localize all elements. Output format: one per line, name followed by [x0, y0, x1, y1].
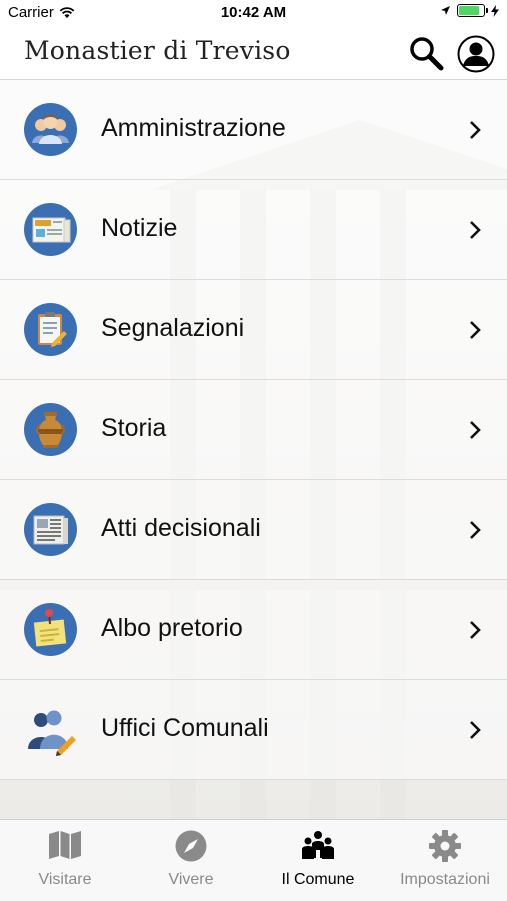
menu-item-atti-decisionali[interactable]: Atti decisionali: [0, 480, 507, 580]
tab-impostazioni[interactable]: Impostazioni: [382, 820, 507, 901]
tab-label: Vivere: [168, 871, 214, 888]
search-icon[interactable]: [406, 34, 446, 74]
chevron-right-icon: [470, 721, 481, 739]
compass-icon: [175, 830, 207, 862]
people-group-icon: [24, 103, 77, 156]
menu-item-segnalazioni[interactable]: Segnalazioni: [0, 280, 507, 380]
tab-vivere[interactable]: Vivere: [128, 820, 254, 901]
status-right: [440, 4, 499, 17]
profile-icon[interactable]: [457, 35, 495, 73]
chevron-right-icon: [470, 621, 481, 639]
menu-item-label: Segnalazioni: [101, 314, 245, 342]
pinned-note-icon: [24, 603, 77, 656]
tab-bar: Visitare Vivere Il Comune Impostazioni: [0, 819, 507, 901]
menu-item-label: Storia: [101, 414, 167, 442]
community-icon: [302, 831, 334, 859]
page-title: Monastier di Treviso: [24, 36, 291, 65]
amphora-icon: [24, 403, 77, 456]
location-arrow-icon: [441, 6, 450, 15]
menu-item-storia[interactable]: Storia: [0, 380, 507, 480]
document-icon: [24, 503, 77, 556]
chevron-right-icon: [470, 221, 481, 239]
menu-item-label: Uffici Comunali: [101, 714, 269, 742]
map-icon: [49, 831, 81, 859]
tab-label: Il Comune: [281, 871, 355, 888]
menu-list: Amministrazione Notizie Segnalazioni Sto…: [0, 80, 507, 780]
newspaper-icon: [24, 203, 77, 256]
tab-label: Visitare: [38, 871, 92, 888]
charging-icon: [491, 4, 499, 17]
users-edit-icon: [24, 703, 77, 756]
navigation-bar: Monastier di Treviso: [0, 26, 507, 80]
tab-label: Impostazioni: [400, 871, 490, 888]
menu-item-label: Amministrazione: [101, 114, 286, 142]
menu-item-albo-pretorio[interactable]: Albo pretorio: [0, 580, 507, 680]
battery-icon: [457, 4, 488, 17]
menu-item-uffici-comunali[interactable]: Uffici Comunali: [0, 680, 507, 780]
menu-item-label: Albo pretorio: [101, 614, 243, 642]
clipboard-pencil-icon: [24, 303, 77, 356]
menu-item-label: Atti decisionali: [101, 514, 261, 542]
menu-item-notizie[interactable]: Notizie: [0, 180, 507, 280]
menu-item-label: Notizie: [101, 214, 178, 242]
status-bar: Carrier 10:42 AM: [0, 0, 507, 26]
chevron-right-icon: [470, 121, 481, 139]
status-time: 10:42 AM: [220, 4, 287, 21]
menu-item-amministrazione[interactable]: Amministrazione: [0, 80, 507, 180]
tab-visitare[interactable]: Visitare: [2, 820, 128, 901]
tab-il-comune[interactable]: Il Comune: [255, 820, 381, 901]
chevron-right-icon: [470, 321, 481, 339]
gear-icon: [429, 830, 461, 862]
chevron-right-icon: [470, 421, 481, 439]
chevron-right-icon: [470, 521, 481, 539]
